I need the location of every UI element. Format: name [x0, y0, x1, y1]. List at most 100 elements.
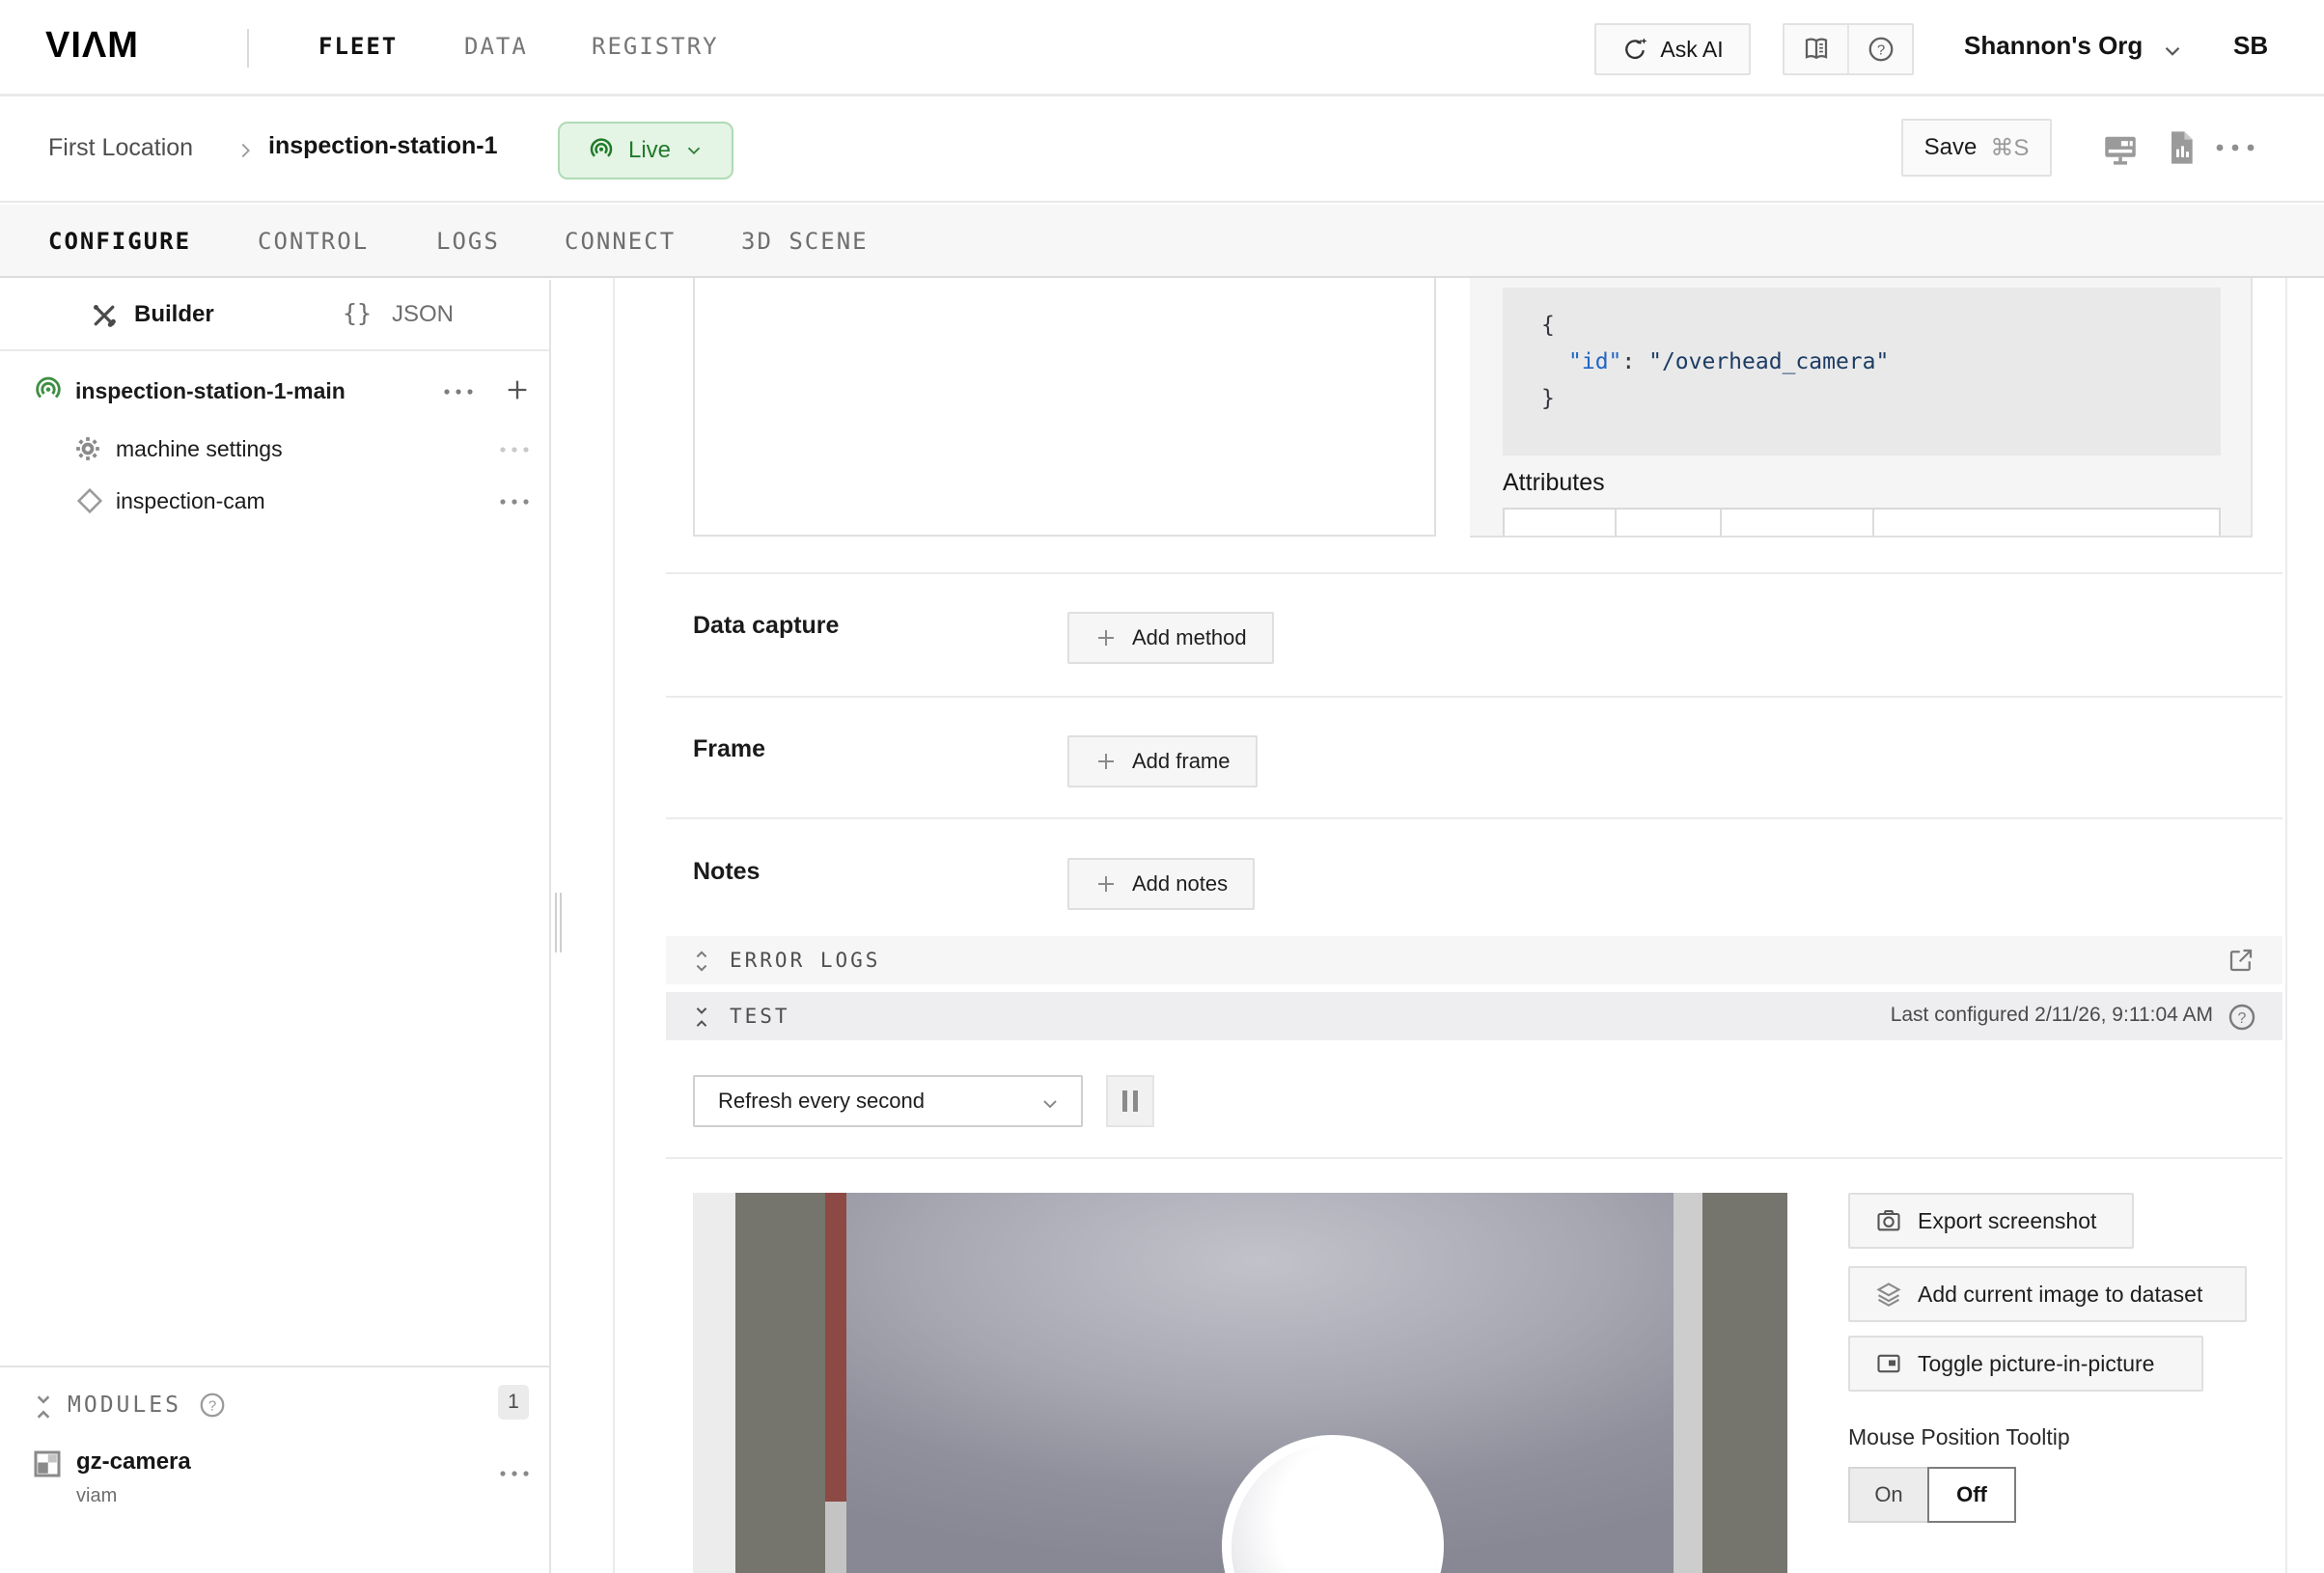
table-column-divider — [1872, 510, 1874, 538]
tab-configure[interactable]: CONFIGURE — [48, 228, 191, 255]
nav-data[interactable]: DATA — [464, 33, 528, 60]
breadcrumb-chevron-icon — [235, 140, 256, 161]
add-notes-button[interactable]: Add notes — [1067, 858, 1255, 910]
nav-registry[interactable]: REGISTRY — [592, 33, 719, 60]
report-file-icon[interactable] — [2162, 128, 2200, 167]
module-org: viam — [76, 1485, 117, 1507]
book-icon — [1802, 35, 1831, 64]
camera-scene-wall-left — [735, 1193, 825, 1573]
breadcrumb-machine-name: inspection-station-1 — [268, 132, 498, 160]
add-to-dataset-button[interactable]: Add current image to dataset — [1848, 1266, 2247, 1322]
sphere-highlight — [1231, 1444, 1440, 1573]
nav-fleet[interactable]: FLEET — [318, 33, 398, 60]
component-config-box[interactable] — [693, 249, 1436, 537]
tree-row-machine-settings[interactable]: machine settings — [0, 427, 551, 481]
plus-icon — [1094, 626, 1118, 649]
tab-3d-scene[interactable]: 3D SCENE — [741, 228, 869, 255]
viam-app: VIΛM FLEET DATA REGISTRY Ask AI ? Shanno… — [0, 0, 2324, 1573]
code-line-close: } — [1541, 380, 2221, 417]
error-logs-bar[interactable]: ERROR LOGS — [666, 936, 2282, 984]
json-tab[interactable]: JSON — [392, 301, 454, 328]
expand-icon — [691, 949, 712, 974]
tab-connect[interactable]: CONNECT — [565, 228, 676, 255]
picture-in-picture-icon — [1875, 1350, 1902, 1377]
code-separator: : — [1621, 349, 1648, 374]
collapse-icon[interactable] — [31, 1393, 56, 1421]
test-help-icon[interactable]: ? — [2227, 1002, 2257, 1033]
machine-tab-bar: CONFIGURE CONTROL LOGS CONNECT 3D SCENE — [0, 205, 2324, 278]
test-bar[interactable]: TEST Last configured 2/11/26, 9:11:04 AM… — [666, 992, 2282, 1040]
camera-scene-strip — [693, 1193, 735, 1573]
pause-icon — [1133, 1090, 1138, 1112]
export-screenshot-button[interactable]: Export screenshot — [1848, 1193, 2134, 1249]
tree-main-part-label: inspection-station-1-main — [75, 378, 346, 404]
modules-help-icon[interactable]: ? — [198, 1391, 227, 1420]
builder-json-toggle: Builder {} JSON — [0, 280, 549, 351]
pause-refresh-button[interactable] — [1106, 1075, 1154, 1127]
test-divider — [666, 1157, 2282, 1159]
save-button[interactable]: Save ⌘S — [1901, 119, 2052, 177]
data-capture-heading: Data capture — [693, 612, 839, 640]
add-frame-button[interactable]: Add frame — [1067, 735, 1258, 787]
sidebar-resize-handle[interactable] — [555, 893, 565, 952]
viam-logo[interactable]: VIΛM — [45, 25, 139, 67]
modules-count-badge: 1 — [498, 1385, 529, 1420]
builder-sidebar: Builder {} JSON inspection-station-1-mai… — [0, 280, 551, 1573]
plus-icon — [1094, 872, 1118, 896]
toggle-pip-button[interactable]: Toggle picture-in-picture — [1848, 1336, 2203, 1392]
more-actions-icon[interactable] — [2214, 142, 2256, 153]
camera-scene-strip-right — [1674, 1193, 1702, 1573]
machine-settings-kebab-icon[interactable] — [498, 446, 531, 454]
json-braces-icon[interactable]: {} — [343, 299, 372, 327]
test-label: TEST — [730, 1005, 790, 1028]
refresh-rate-select[interactable]: Refresh every second — [693, 1075, 1083, 1127]
tree-inspection-cam-label: inspection-cam — [116, 488, 265, 514]
pause-icon — [1122, 1090, 1127, 1112]
frame-heading: Frame — [693, 735, 765, 763]
modules-panel: MODULES ? 1 gz-camera viam — [0, 1366, 551, 1573]
tree-row-main-part[interactable]: inspection-station-1-main — [0, 367, 551, 425]
ai-sparkle-icon — [1621, 36, 1648, 63]
camera-scene-wall-right — [1702, 1193, 1787, 1573]
section-divider — [666, 817, 2282, 819]
add-method-button[interactable]: Add method — [1067, 612, 1274, 664]
tooltip-on-button[interactable]: On — [1848, 1467, 1929, 1523]
external-link-icon[interactable] — [2227, 946, 2255, 975]
main-part-kebab-icon[interactable] — [442, 388, 475, 396]
gear-icon — [73, 434, 102, 463]
code-line-id: "id": "/overhead_camera" — [1541, 344, 2221, 380]
content-left-rule — [613, 278, 615, 1573]
camera-stream-view[interactable] — [693, 1193, 1787, 1573]
code-value: "/overhead_camera" — [1648, 349, 1889, 374]
component-json-code[interactable]: { "id": "/overhead_camera" } — [1503, 288, 2221, 455]
tab-control[interactable]: CONTROL — [258, 228, 369, 255]
org-selector[interactable]: Shannon's Org — [1964, 31, 2143, 61]
help-button[interactable]: ? — [1847, 25, 1912, 73]
save-label: Save — [1924, 134, 1978, 161]
live-status-badge[interactable]: Live — [558, 122, 733, 179]
inspection-cam-kebab-icon[interactable] — [498, 498, 531, 506]
tab-logs[interactable]: LOGS — [436, 228, 500, 255]
table-column-divider — [1720, 510, 1722, 538]
attributes-table[interactable] — [1503, 508, 2221, 538]
table-column-divider — [1615, 510, 1617, 538]
add-to-dataset-label: Add current image to dataset — [1918, 1282, 2202, 1308]
tree-row-inspection-cam[interactable]: inspection-cam — [0, 479, 551, 533]
camera-scene-red-post — [825, 1193, 846, 1502]
chevron-down-icon[interactable] — [2160, 39, 2185, 64]
save-shortcut: ⌘S — [1990, 134, 2029, 162]
add-component-icon[interactable] — [504, 376, 531, 403]
tooltip-off-button[interactable]: Off — [1927, 1467, 2016, 1523]
module-kebab-icon[interactable] — [498, 1470, 531, 1477]
ask-ai-button[interactable]: Ask AI — [1594, 23, 1751, 75]
docs-button[interactable] — [1784, 25, 1847, 73]
user-avatar[interactable]: SB — [2233, 31, 2268, 61]
add-frame-label: Add frame — [1132, 749, 1231, 774]
builder-tab[interactable]: Builder — [134, 301, 214, 328]
module-name: gz-camera — [76, 1449, 191, 1476]
nav-divider — [247, 29, 249, 68]
breadcrumb-location[interactable]: First Location — [48, 134, 193, 162]
module-row-gz-camera[interactable]: gz-camera viam — [0, 1437, 551, 1533]
monitor-icon[interactable] — [2100, 128, 2141, 169]
collapse-icon — [691, 1005, 712, 1030]
